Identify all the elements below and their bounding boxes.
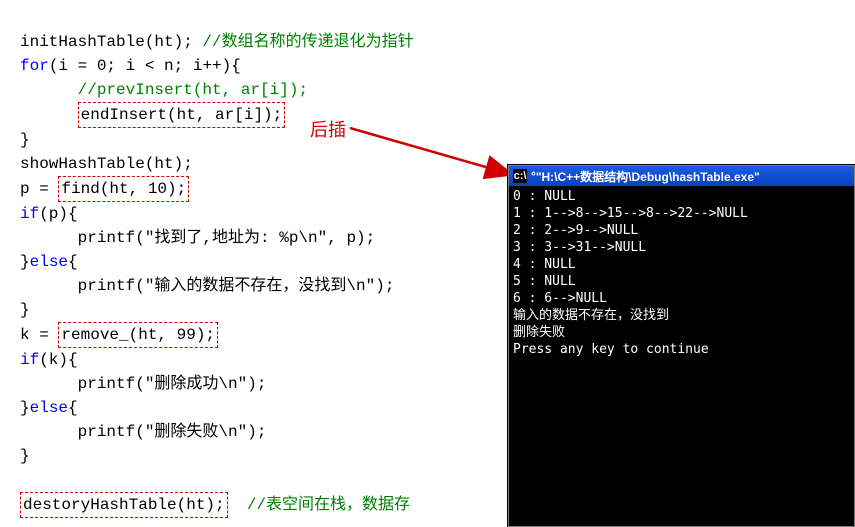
- code-line: }else{: [20, 399, 78, 417]
- code-line: }: [20, 131, 30, 149]
- console-line: 1 : 1-->8-->15-->8-->22-->NULL: [513, 206, 748, 221]
- keyword-if: if: [20, 205, 39, 223]
- console-titlebar[interactable]: c:\ ° "H:\C++数据结构\Debug\hashTable.exe": [509, 166, 854, 186]
- code-line: initHashTable(ht); //数组名称的传递退化为指针: [20, 33, 414, 51]
- code-line: destoryHashTable(ht); //表空间在栈，数据存: [20, 496, 410, 514]
- code-line: printf("删除成功\n");: [20, 375, 266, 393]
- highlight-box-find: find(ht, 10);: [58, 176, 189, 202]
- code-line: showHashTable(ht);: [20, 155, 193, 173]
- console-line: Press any key to continue: [513, 342, 709, 357]
- code-line: }: [20, 447, 30, 465]
- comment: //数组名称的传递退化为指针: [193, 33, 414, 51]
- code-line: printf("找到了,地址为: %p\n", p);: [20, 229, 375, 247]
- console-line: 4 : NULL: [513, 257, 576, 272]
- console-line: 3 : 3-->31-->NULL: [513, 240, 646, 255]
- keyword-else: else: [30, 399, 68, 417]
- keyword-for: for: [20, 57, 49, 75]
- highlight-box-endinsert: endInsert(ht, ar[i]);: [78, 102, 286, 128]
- code-line: if(p){: [20, 205, 78, 223]
- highlight-box-destory: destoryHashTable(ht);: [20, 492, 228, 518]
- console-line: 2 : 2-->9-->NULL: [513, 223, 638, 238]
- comment: //prevInsert(ht, ar[i]);: [20, 81, 308, 99]
- highlight-box-remove: remove_(ht, 99);: [58, 322, 218, 348]
- code-line: p = find(ht, 10);: [20, 180, 189, 198]
- code-line: printf("删除失败\n");: [20, 423, 266, 441]
- console-line: 删除失败: [513, 325, 565, 340]
- keyword-else: else: [30, 253, 68, 271]
- code-line: }else{: [20, 253, 78, 271]
- console-line: 输入的数据不存在，没找到: [513, 308, 669, 323]
- code-line: }: [20, 301, 30, 319]
- keyword-if: if: [20, 351, 39, 369]
- console-title: "H:\C++数据结构\Debug\hashTable.exe": [536, 168, 760, 185]
- code-line: if(k){: [20, 351, 78, 369]
- code-line: for(i = 0; i < n; i++){: [20, 57, 241, 75]
- console-line: 0 : NULL: [513, 189, 576, 204]
- console-output[interactable]: 0 : NULL 1 : 1-->8-->15-->8-->22-->NULL …: [509, 186, 854, 360]
- console-icon: c:\: [513, 169, 527, 183]
- console-window: c:\ ° "H:\C++数据结构\Debug\hashTable.exe" 0…: [508, 165, 855, 527]
- annotation-label: 后插: [310, 116, 346, 142]
- code-line: printf("输入的数据不存在，没找到\n");: [20, 277, 394, 295]
- comment: //表空间在栈，数据存: [228, 496, 410, 514]
- console-line: 6 : 6-->NULL: [513, 291, 607, 306]
- code-line: k = remove_(ht, 99);: [20, 326, 218, 344]
- code-line: endInsert(ht, ar[i]);: [20, 106, 285, 124]
- console-line: 5 : NULL: [513, 274, 576, 289]
